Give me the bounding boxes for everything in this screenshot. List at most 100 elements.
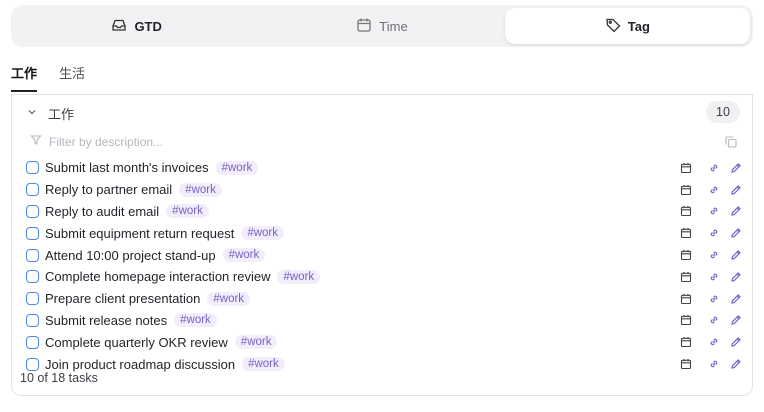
edit-pencil-icon[interactable] [730,336,742,348]
task-checkbox[interactable] [26,357,39,371]
view-time-button[interactable]: Time [259,8,504,44]
calendar-icon[interactable] [680,271,692,283]
task-checkbox[interactable] [26,183,39,197]
edit-pencil-icon[interactable] [730,314,742,326]
task-actions [680,179,742,201]
filter-icon [30,133,49,151]
link-icon[interactable] [708,358,720,370]
link-icon[interactable] [708,336,720,348]
view-time-label: Time [379,18,408,34]
edit-pencil-icon[interactable] [730,249,742,261]
task-description: Submit last month's invoices [45,160,209,176]
task-description: Join product roadmap discussion [45,356,236,372]
calendar-icon[interactable] [680,227,692,239]
task-tag[interactable]: #work [166,204,209,219]
task-row: Prepare client presentation #work [26,288,742,310]
task-actions [680,288,742,310]
view-tag-button[interactable]: Tag [504,8,750,44]
edit-pencil-icon[interactable] [730,205,742,217]
task-tag[interactable]: #work [241,226,285,241]
task-row: Join product roadmap discussion #work [26,353,742,375]
inbox-icon [111,17,127,36]
calendar-icon[interactable] [680,249,692,261]
tag-tabs: 工作 生活 [11,63,85,92]
task-tag[interactable]: #work [215,160,259,175]
task-tag[interactable]: #work [179,182,222,197]
task-count-badge: 10 [706,101,740,123]
task-tag[interactable]: #work [234,335,278,350]
task-actions [680,244,742,266]
task-row: Reply to partner email #work [26,179,742,201]
task-row: Complete quarterly OKR review #work [26,331,742,353]
task-row: Complete homepage interaction review #wo… [26,266,742,288]
view-gtd-button[interactable]: GTD [14,8,259,44]
calendar-icon[interactable] [680,358,692,370]
task-checkbox[interactable] [26,313,39,327]
link-icon[interactable] [708,249,720,261]
task-row: Reply to audit email #work [26,201,742,223]
chevron-down-icon [26,106,38,121]
task-description: Reply to audit email [45,203,160,219]
view-switch: GTD Time Tag [11,5,753,47]
task-actions [680,201,742,223]
copy-icon[interactable] [724,135,738,149]
link-icon[interactable] [708,271,720,283]
link-icon[interactable] [708,227,720,239]
tab-work[interactable]: 工作 [11,63,38,92]
tag-icon [605,17,621,36]
task-actions [680,266,742,288]
task-actions [680,353,742,375]
task-checkbox[interactable] [26,292,39,306]
task-checkbox[interactable] [26,270,39,284]
task-checkbox[interactable] [26,248,39,262]
task-tag[interactable]: #work [242,357,285,372]
task-description: Attend 10:00 project stand-up [45,247,216,263]
edit-pencil-icon[interactable] [730,271,742,283]
link-icon[interactable] [708,205,720,217]
task-checkbox[interactable] [26,204,39,218]
link-icon[interactable] [708,162,720,174]
view-tag-label: Tag [627,18,650,34]
calendar-icon[interactable] [680,205,692,217]
link-icon[interactable] [708,184,720,196]
task-description: Complete quarterly OKR review [45,334,228,350]
task-tag[interactable]: #work [277,269,321,284]
task-actions [680,157,742,179]
task-actions [680,331,742,353]
task-row: Submit equipment return request #work [26,222,742,244]
task-checkbox[interactable] [26,161,39,175]
task-group-card: 工作 10 Submit last month's invoices #work [11,95,753,396]
task-tag[interactable]: #work [207,291,251,306]
task-tag[interactable]: #work [174,313,217,328]
link-icon[interactable] [708,314,720,326]
calendar-icon[interactable] [680,293,692,305]
filter-row [30,133,738,151]
task-checkbox[interactable] [26,226,39,240]
task-checkbox[interactable] [26,335,39,349]
edit-pencil-icon[interactable] [730,162,742,174]
edit-pencil-icon[interactable] [730,227,742,239]
task-description: Complete homepage interaction review [45,269,271,285]
calendar-icon[interactable] [680,162,692,174]
task-description: Reply to partner email [45,182,173,198]
task-row: Submit last month's invoices #work [26,157,742,179]
group-title: 工作 [48,107,75,122]
edit-pencil-icon[interactable] [730,293,742,305]
edit-pencil-icon[interactable] [730,358,742,370]
calendar-icon[interactable] [680,314,692,326]
link-icon[interactable] [708,293,720,305]
group-header[interactable]: 工作 [26,104,74,123]
view-gtd-label: GTD [134,18,162,34]
task-description: Submit equipment return request [45,225,235,241]
task-actions [680,310,742,332]
task-description: Submit release notes [45,312,168,328]
task-count-footer: 10 of 18 tasks [20,371,98,385]
task-tag[interactable]: #work [222,248,266,263]
tab-life[interactable]: 生活 [59,63,85,92]
task-row: Attend 10:00 project stand-up #work [26,244,742,266]
calendar-icon[interactable] [680,336,692,348]
filter-input[interactable] [49,135,649,149]
task-description: Prepare client presentation [45,291,201,307]
edit-pencil-icon[interactable] [730,184,742,196]
calendar-icon[interactable] [680,184,692,196]
